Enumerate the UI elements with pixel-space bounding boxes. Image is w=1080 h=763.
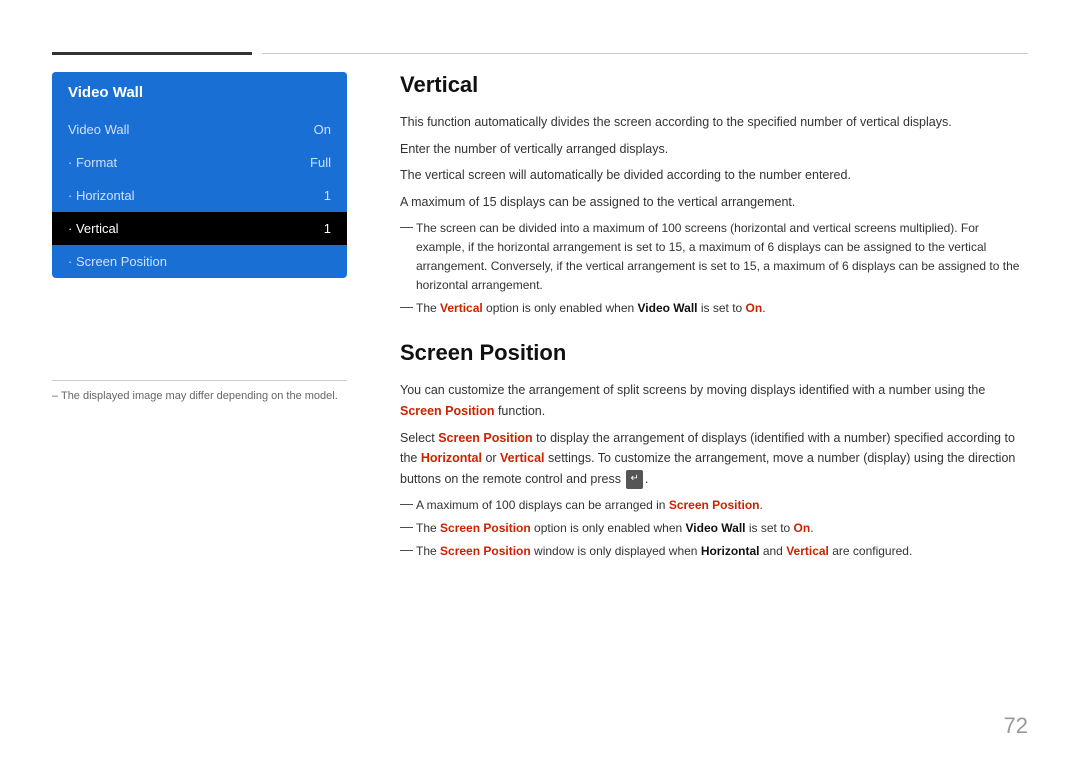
vertical-section-title: Vertical <box>400 72 1028 98</box>
sidebar-item-format-value: Full <box>310 155 331 170</box>
vertical-note1-text: The screen can be divided into a maximum… <box>416 219 1028 296</box>
sidebar-note-text: – The displayed image may differ dependi… <box>52 390 338 402</box>
top-bar <box>0 52 1080 55</box>
vertical-para4: A maximum of 15 displays can be assigned… <box>400 192 1028 213</box>
sidebar-header: Video Wall <box>52 72 347 113</box>
sidebar-item-horizontal[interactable]: · Horizontal 1 <box>52 179 347 212</box>
sp-note1: A maximum of 100 displays can be arrange… <box>400 496 1028 515</box>
sp-note3: The Screen Position window is only displ… <box>400 542 1028 561</box>
sp-para2: Select Screen Position to display the ar… <box>400 428 1028 490</box>
sidebar-item-horizontal-value: 1 <box>324 188 331 203</box>
main-content: Vertical This function automatically div… <box>400 72 1028 711</box>
screen-position-section-title: Screen Position <box>400 340 1028 366</box>
vertical-note2-text: The Vertical option is only enabled when… <box>416 299 1028 318</box>
vertical-para3: The vertical screen will automatically b… <box>400 165 1028 186</box>
vertical-note2: The Vertical option is only enabled when… <box>400 299 1028 318</box>
sidebar-item-vertical[interactable]: · Vertical 1 <box>52 212 347 245</box>
top-bar-right-line <box>262 53 1028 54</box>
sidebar-note-divider <box>52 380 347 381</box>
vertical-section: Vertical This function automatically div… <box>400 72 1028 318</box>
sidebar-item-vertical-label: · Vertical <box>68 221 119 236</box>
sidebar-item-videowall-label: Video Wall <box>68 122 129 137</box>
sidebar-item-videowall[interactable]: Video Wall On <box>52 113 347 146</box>
sidebar-item-screenposition[interactable]: · Screen Position <box>52 245 347 278</box>
sidebar-item-horizontal-label: · Horizontal <box>68 188 134 203</box>
page-number: 72 <box>1004 713 1028 739</box>
top-bar-left-line <box>52 52 252 55</box>
vertical-note1: The screen can be divided into a maximum… <box>400 219 1028 296</box>
sidebar-item-vertical-value: 1 <box>324 221 331 236</box>
sidebar-item-format[interactable]: · Format Full <box>52 146 347 179</box>
screen-position-section: Screen Position You can customize the ar… <box>400 340 1028 561</box>
sidebar-item-screenposition-label: · Screen Position <box>68 254 167 269</box>
sidebar-item-format-label: · Format <box>68 155 117 170</box>
sidebar: Video Wall Video Wall On · Format Full ·… <box>52 72 347 278</box>
vertical-para1: This function automatically divides the … <box>400 112 1028 133</box>
enter-icon: ↵ <box>626 470 642 489</box>
sp-para1: You can customize the arrangement of spl… <box>400 380 1028 421</box>
sp-note2: The Screen Position option is only enabl… <box>400 519 1028 538</box>
sidebar-item-videowall-value: On <box>314 122 331 137</box>
sidebar-note: – The displayed image may differ dependi… <box>52 380 347 404</box>
vertical-para2: Enter the number of vertically arranged … <box>400 139 1028 160</box>
